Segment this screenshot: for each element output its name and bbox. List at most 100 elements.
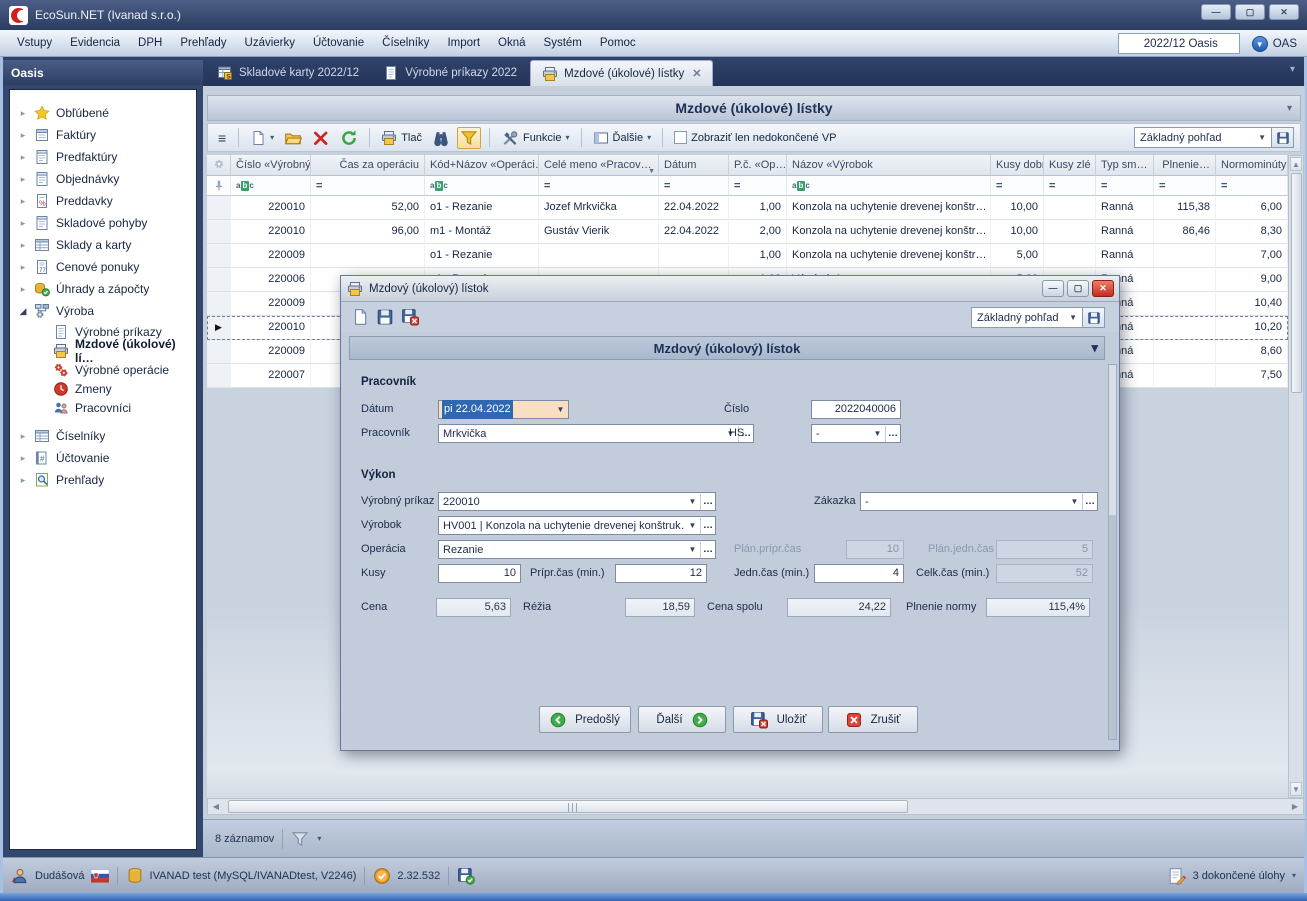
maximize-button[interactable]: ▢ [1235, 4, 1265, 20]
unfinished-vp-checkbox[interactable]: Zobraziť len nedokončené VP [671, 129, 839, 146]
close-button[interactable]: ✕ [1269, 4, 1299, 20]
product-select[interactable]: HV001 | Konzola na uchytenie drevenej ko… [438, 516, 716, 535]
filter-cell-p-č-op[interactable]: = [729, 176, 787, 196]
column-header-kusy-dobré[interactable]: Kusy dobré [991, 155, 1044, 176]
sidebar-item-predfaktúry[interactable]: ▸Predfaktúry [10, 146, 196, 168]
filter-cell-názov-výrobok[interactable]: abc [787, 176, 991, 196]
table-row[interactable]: 220009o1 - Rezanie1,00Konzola na uchyten… [207, 244, 1288, 268]
collapsed-arrow-icon[interactable]: ▸ [18, 174, 28, 185]
production-order-lookup-icon[interactable]: … [700, 494, 715, 510]
scroll-up-icon[interactable]: ▲ [1290, 157, 1302, 171]
sidebar-item-obľúbené[interactable]: ▸Obľúbené [10, 102, 196, 124]
column-header-číslo-výrobný-prí[interactable]: Číslo «Výrobný prí… [231, 155, 311, 176]
sidebar-item-objednávky[interactable]: ▸Objednávky [10, 168, 196, 190]
sidebar-item-mzdové-úkolové-lí[interactable]: Mzdové (úkolové) lí… [10, 341, 196, 360]
collapsed-arrow-icon[interactable]: ▸ [18, 108, 28, 119]
collapsed-arrow-icon[interactable]: ▸ [18, 284, 28, 295]
grid-corner-cell[interactable] [207, 155, 231, 176]
previous-button[interactable]: Predošlý [539, 706, 631, 733]
dialog-scrollbar[interactable] [1108, 364, 1117, 740]
filter-cell-celé-meno-pracov[interactable]: = [539, 176, 659, 196]
setup-time-input[interactable]: 12 [615, 564, 707, 583]
menu-item-evidencia[interactable]: Evidencia [61, 33, 129, 53]
sidebar-item-úhrady-a-zápočty[interactable]: ▸Úhrady a zápočty [10, 278, 196, 300]
filter-cell-kusy-dobré[interactable]: = [991, 176, 1044, 196]
sidebar-item-prehľady[interactable]: ▸Prehľady [10, 469, 196, 491]
dialog-save-icon[interactable] [376, 308, 394, 326]
scroll-down-icon[interactable]: ▼ [1290, 782, 1302, 796]
sidebar-item-skladové-pohyby[interactable]: ▸Skladové pohyby [10, 212, 196, 234]
footer-filter-icon[interactable] [291, 830, 309, 848]
horizontal-scroll-thumb[interactable] [228, 800, 908, 813]
number-input[interactable]: 2022040006 [811, 400, 901, 419]
menu-item-číselníky[interactable]: Číselníky [373, 33, 438, 53]
product-lookup-icon[interactable]: … [700, 518, 715, 534]
menu-item-import[interactable]: Import [438, 33, 489, 53]
production-order-caret-icon[interactable]: ▼ [685, 497, 700, 506]
horizontal-scrollbar[interactable]: ◀ ▶ [207, 798, 1304, 815]
menu-item-uzávierky[interactable]: Uzávierky [236, 33, 304, 53]
status-database[interactable]: IVANAD test (MySQL/IVANADtest, V2246) [126, 867, 357, 885]
tab-výrobné-príkazy-2022[interactable]: Výrobné príkazy 2022 [372, 60, 528, 86]
sidebar-item-preddavky[interactable]: ▸%Preddavky [10, 190, 196, 212]
footer-filter-caret-icon[interactable]: ▾ [317, 834, 321, 843]
hs-caret-icon[interactable]: ▼ [870, 429, 885, 438]
view-select[interactable]: Základný pohľad▼ [1134, 127, 1272, 148]
column-header-názov-výrobok[interactable]: Názov «Výrobok [787, 155, 991, 176]
tab-skladové-karty-2022-12[interactable]: SSkladové karty 2022/12 [206, 60, 370, 86]
sidebar-item-číselníky[interactable]: ▸Číselníky [10, 425, 196, 447]
filter-cell-plnenie[interactable]: = [1154, 176, 1216, 196]
dialog-minimize-button[interactable]: — [1042, 280, 1064, 297]
pin-icon[interactable] [181, 66, 195, 80]
new-record-button[interactable]: ▾ [247, 128, 277, 148]
hs-select[interactable]: - ▼… [811, 424, 901, 443]
operation-caret-icon[interactable]: ▼ [685, 545, 700, 554]
sidebar-item-sklady-a-karty[interactable]: ▸Sklady a karty [10, 234, 196, 256]
scroll-right-icon[interactable]: ▶ [1288, 800, 1302, 813]
menu-item-účtovanie[interactable]: Účtovanie [304, 33, 373, 53]
worker-select[interactable]: Mrkvička ▼… [438, 424, 754, 443]
table-row[interactable]: 22001052,00o1 - RezanieJozef Mrkvička22.… [207, 196, 1288, 220]
filter-pin-cell[interactable] [207, 176, 231, 196]
collapsed-arrow-icon[interactable]: ▸ [18, 475, 28, 486]
production-order-select[interactable]: 220010 ▼… [438, 492, 716, 511]
dialog-view-select[interactable]: Základný pohľad▼ [971, 307, 1083, 328]
collapsed-arrow-icon[interactable]: ▸ [18, 196, 28, 207]
save-button[interactable]: Uložiť [733, 706, 823, 733]
collapsed-arrow-icon[interactable]: ▸ [18, 218, 28, 229]
date-caret-icon[interactable]: ▼ [553, 401, 568, 418]
open-record-button[interactable] [281, 127, 305, 149]
expanded-arrow-icon[interactable]: ◢ [18, 306, 28, 317]
order-select[interactable]: - ▼… [860, 492, 1098, 511]
collapsed-arrow-icon[interactable]: ▸ [18, 152, 28, 163]
vertical-scrollbar[interactable]: ▲ ▼ [1288, 155, 1304, 798]
sidebar-item-faktúry[interactable]: ▸Faktúry [10, 124, 196, 146]
column-header-typ-sm[interactable]: Typ sm… [1096, 155, 1154, 176]
menu-item-okná[interactable]: Okná [489, 33, 535, 53]
date-input[interactable]: pi 22.04.2022 ▼ [438, 400, 569, 419]
filter-cell-číslo-výrobný-prí[interactable]: abc [231, 176, 311, 196]
collapsed-arrow-icon[interactable]: ▸ [18, 240, 28, 251]
order-lookup-icon[interactable]: … [1082, 494, 1097, 510]
operation-lookup-icon[interactable]: … [700, 542, 715, 558]
collapsed-arrow-icon[interactable]: ▸ [18, 431, 28, 442]
dialog-new-icon[interactable] [351, 308, 369, 326]
column-header-plnenie[interactable]: Plnenie… [1154, 155, 1216, 176]
dialog-scroll-thumb[interactable] [1109, 365, 1116, 515]
operation-select[interactable]: Rezanie ▼… [438, 540, 716, 559]
menu-item-dph[interactable]: DPH [129, 33, 171, 53]
filter-cell-kód-názov-operáci[interactable]: abc [425, 176, 539, 196]
tab-overflow-caret-icon[interactable]: ▾ [1290, 64, 1295, 75]
column-header-kusy-zlé[interactable]: Kusy zlé [1044, 155, 1096, 176]
menu-item-systém[interactable]: Systém [535, 33, 591, 53]
delete-record-button[interactable] [309, 127, 333, 149]
filter-cell-čas-za-operáciu[interactable]: = [311, 176, 425, 196]
filter-cell-normominúty[interactable]: = [1216, 176, 1288, 196]
collapsed-arrow-icon[interactable]: ▸ [18, 130, 28, 141]
column-header-normominúty[interactable]: Normominúty [1216, 155, 1288, 176]
menu-item-prehľady[interactable]: Prehľady [171, 33, 235, 53]
backup-disk-icon[interactable] [457, 867, 475, 885]
hs-lookup-icon[interactable]: … [885, 426, 900, 442]
vertical-scroll-thumb[interactable] [1291, 173, 1302, 393]
grid-menu-icon[interactable]: ≡ [214, 130, 230, 146]
